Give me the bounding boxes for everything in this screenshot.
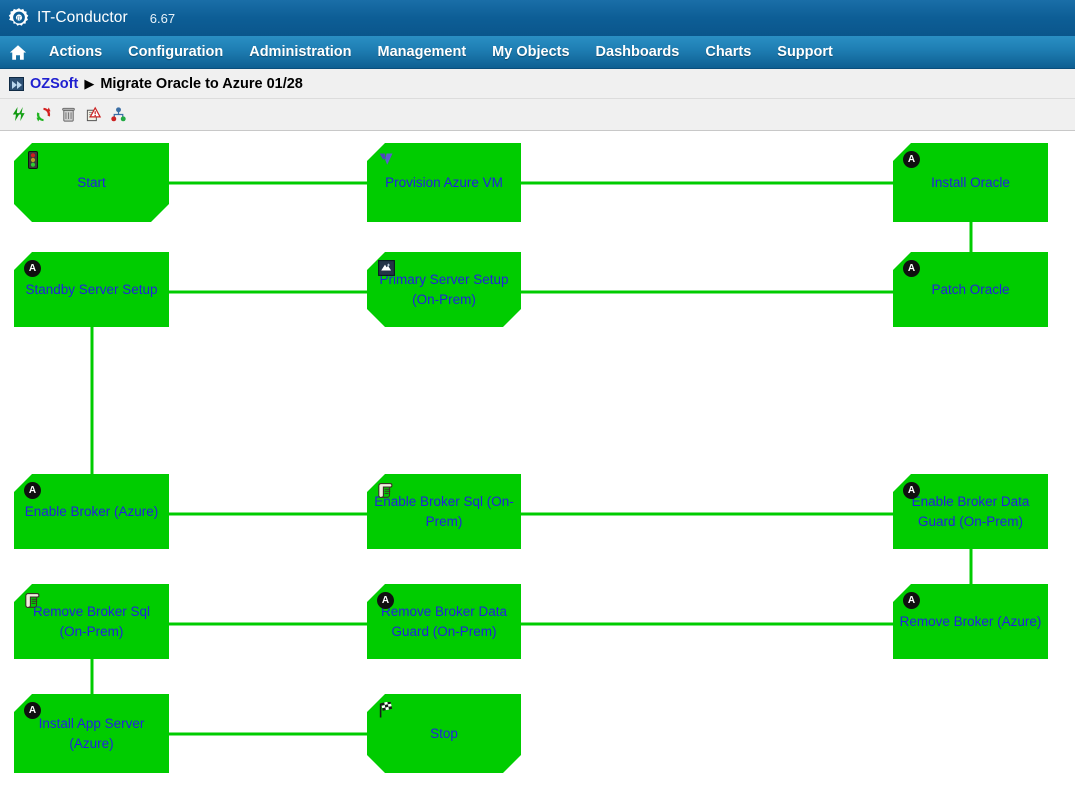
node-label: Start xyxy=(77,174,106,190)
breadcrumb-current: Migrate Oracle to Azure 01/28 xyxy=(100,75,303,92)
script-window-icon xyxy=(377,260,395,278)
node-label: Stop xyxy=(430,725,458,741)
workflow-node-primary-server-setup[interactable]: Primary Server Setup (On-Prem) xyxy=(367,252,521,327)
nav-item-configuration[interactable]: Configuration xyxy=(115,44,236,60)
nav-item-my-objects[interactable]: My Objects xyxy=(479,44,582,60)
breadcrumb-separator-icon: ▶ xyxy=(84,75,95,91)
svg-text:IT: IT xyxy=(17,16,23,22)
automation-icon: A xyxy=(903,482,921,500)
gear-icon: IT xyxy=(8,7,30,29)
app-title: IT-Conductor xyxy=(37,9,128,26)
nav-item-support[interactable]: Support xyxy=(764,44,846,60)
automation-icon: A xyxy=(903,260,921,278)
breadcrumb: OZSoft ▶ Migrate Oracle to Azure 01/28 xyxy=(0,69,1075,99)
scroll-icon xyxy=(377,482,395,500)
nav-item-administration[interactable]: Administration xyxy=(236,44,364,60)
breadcrumb-root-link[interactable]: OZSoft xyxy=(30,76,78,92)
execute-icon[interactable] xyxy=(9,106,27,124)
home-icon[interactable] xyxy=(0,44,36,61)
automation-icon: A xyxy=(24,482,42,500)
workflow-node-remove-broker-azure[interactable]: A Remove Broker (Azure) xyxy=(893,584,1048,659)
finish-flag-icon xyxy=(377,702,395,720)
workflow-node-standby-server-setup[interactable]: A Standby Server Setup xyxy=(14,252,169,327)
nav-item-actions[interactable]: Actions xyxy=(36,44,115,60)
workflow-node-stop[interactable]: Stop xyxy=(367,694,521,773)
nav-item-charts[interactable]: Charts xyxy=(692,44,764,60)
app-version: 6.67 xyxy=(149,10,176,26)
workflow-node-enable-broker-azure[interactable]: A Enable Broker (Azure) xyxy=(14,474,169,549)
workflow-node-start[interactable]: Start xyxy=(14,143,169,222)
workflow-node-enable-broker-data-guard[interactable]: A Enable Broker Data Guard (On-Prem) xyxy=(893,474,1048,549)
main-navigation: Actions Configuration Administration Man… xyxy=(0,36,1075,69)
node-label: Patch Oracle xyxy=(931,281,1010,297)
node-label: Remove Broker (Azure) xyxy=(899,613,1042,629)
nav-item-dashboards[interactable]: Dashboards xyxy=(583,44,693,60)
node-label: Standby Server Setup xyxy=(25,281,158,297)
workflow-node-enable-broker-sql[interactable]: Enable Broker Sql (On-Prem) xyxy=(367,474,521,549)
nav-item-management[interactable]: Management xyxy=(365,44,480,60)
node-label: Enable Broker (Azure) xyxy=(24,503,159,519)
node-label: Provision Azure VM xyxy=(385,174,503,190)
delete-icon[interactable] xyxy=(59,106,77,124)
workflow-edges xyxy=(90,181,973,736)
azure-icon xyxy=(377,151,395,169)
process-icon xyxy=(9,76,24,91)
hierarchy-icon[interactable] xyxy=(109,106,127,124)
workflow-node-install-app-server[interactable]: A Install App Server (Azure) xyxy=(14,694,169,773)
node-label: Install Oracle xyxy=(931,174,1010,190)
toolbar xyxy=(0,99,1075,131)
title-bar: IT IT-Conductor 6.67 xyxy=(0,0,1075,36)
automation-icon: A xyxy=(903,592,921,610)
traffic-light-icon xyxy=(24,151,42,169)
workflow-node-remove-broker-sql[interactable]: Remove Broker Sql (On-Prem) xyxy=(14,584,169,659)
alert-log-icon[interactable] xyxy=(84,106,102,124)
workflow-node-install-oracle[interactable]: A Install Oracle xyxy=(893,143,1048,222)
workflow-canvas[interactable]: Start Provision Azure VM A Install Oracl… xyxy=(0,131,1075,785)
automation-icon: A xyxy=(24,260,42,278)
scroll-icon xyxy=(24,592,42,610)
workflow-node-provision-azure-vm[interactable]: Provision Azure VM xyxy=(367,143,521,222)
automation-icon: A xyxy=(903,151,921,169)
workflow-node-patch-oracle[interactable]: A Patch Oracle xyxy=(893,252,1048,327)
refresh-icon[interactable] xyxy=(34,106,52,124)
automation-icon: A xyxy=(24,702,42,720)
automation-icon: A xyxy=(377,592,395,610)
workflow-node-remove-broker-data-guard[interactable]: A Remove Broker Data Guard (On-Prem) xyxy=(367,584,521,659)
